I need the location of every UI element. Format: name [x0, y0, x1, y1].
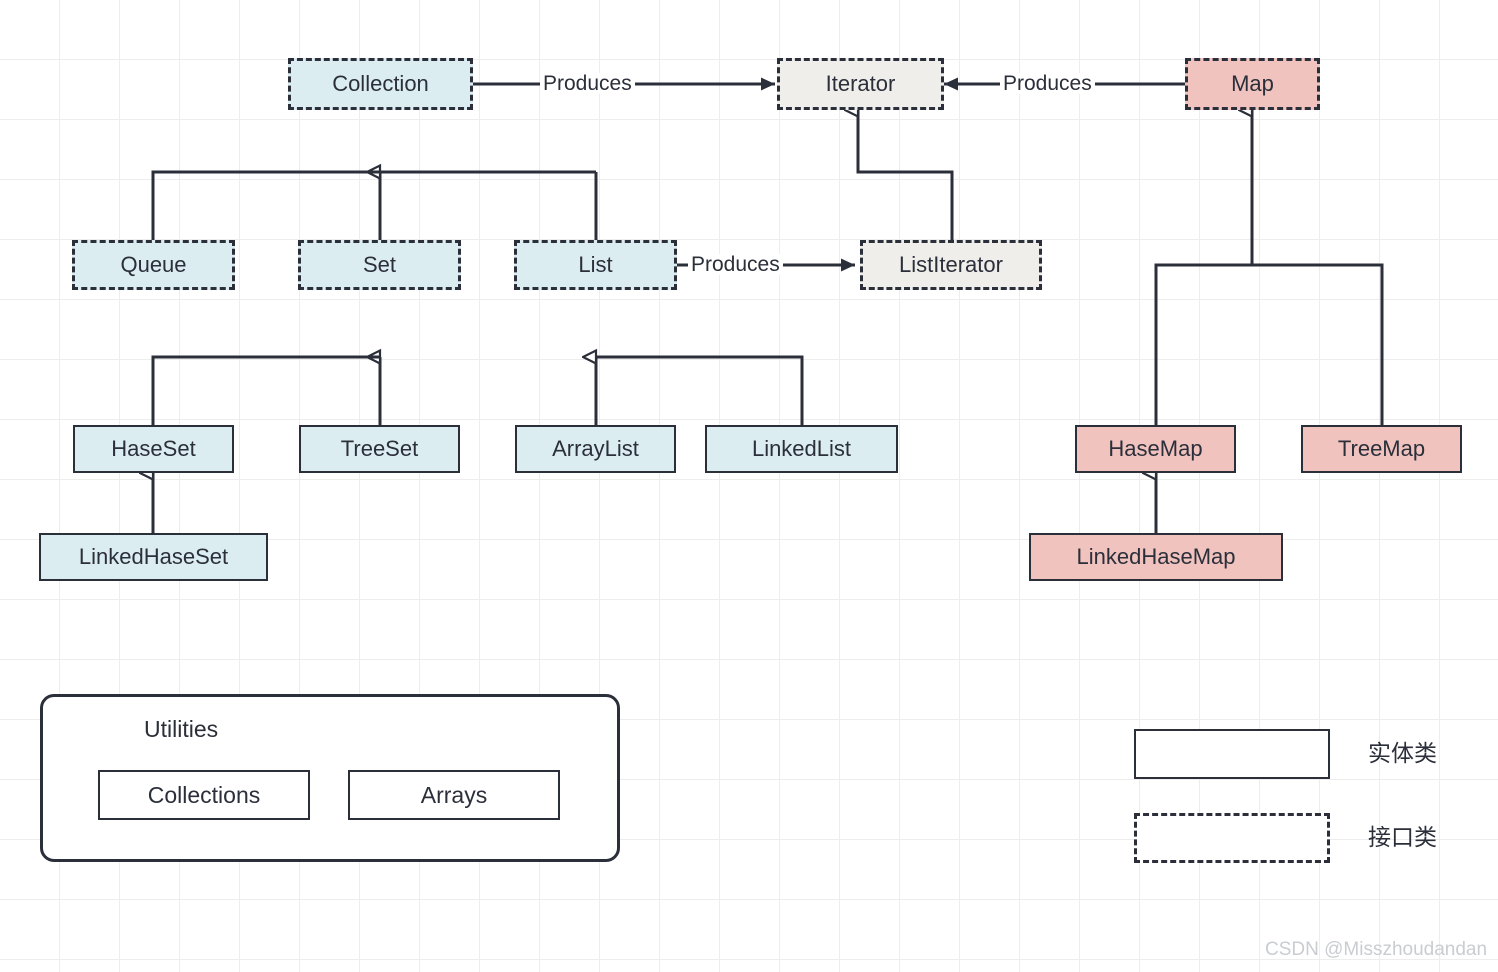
- node-linkedlist[interactable]: LinkedList: [705, 425, 898, 473]
- node-haseset[interactable]: HaseSet: [73, 425, 234, 473]
- node-map[interactable]: Map: [1185, 58, 1320, 110]
- edge-label-list-produces-listiterator: Produces: [688, 254, 783, 275]
- wire-hasemap-treemap-bar: [1154, 263, 1384, 425]
- node-queue-label: Queue: [120, 252, 187, 277]
- node-set-label: Set: [362, 252, 397, 277]
- node-linkedhaseset-label: LinkedHaseSet: [78, 544, 229, 569]
- wire-listiterator-to-iterator: [858, 110, 954, 240]
- node-listiterator[interactable]: ListIterator: [860, 240, 1042, 290]
- node-iterator[interactable]: Iterator: [777, 58, 944, 110]
- node-hasemap[interactable]: HaseMap: [1075, 425, 1236, 473]
- node-collections-utility[interactable]: Collections: [98, 770, 310, 820]
- wire-queue-list-bar: [151, 170, 596, 240]
- node-treemap-label: TreeMap: [1337, 436, 1426, 461]
- legend-swatch-entity: [1134, 729, 1330, 779]
- node-treeset[interactable]: TreeSet: [299, 425, 460, 473]
- wire-linkedlist-bar: [596, 355, 804, 425]
- node-collection[interactable]: Collection: [288, 58, 473, 110]
- node-treeset-label: TreeSet: [340, 436, 419, 461]
- node-arrays-utility[interactable]: Arrays: [348, 770, 560, 820]
- node-haseset-label: HaseSet: [111, 436, 196, 461]
- node-linkedhaseset[interactable]: LinkedHaseSet: [39, 533, 268, 581]
- edge-label-map-produces-iterator: Produces: [1000, 73, 1095, 94]
- utilities-title: Utilities: [144, 716, 219, 742]
- watermark: CSDN @Misszhoudandan: [1265, 939, 1488, 960]
- legend-swatch-interface: [1134, 813, 1330, 863]
- node-list[interactable]: List: [514, 240, 677, 290]
- node-arraylist-label: ArrayList: [552, 436, 639, 461]
- node-linkedhasemap-label: LinkedHaseMap: [1076, 544, 1236, 569]
- node-list-label: List: [578, 252, 613, 277]
- node-arraylist[interactable]: ArrayList: [515, 425, 676, 473]
- node-listiterator-label: ListIterator: [899, 252, 1003, 277]
- diagram-canvas: Iterator --> Iterator --> ListIterator -…: [0, 0, 1498, 972]
- node-linkedlist-label: LinkedList: [751, 436, 852, 461]
- node-linkedhasemap[interactable]: LinkedHaseMap: [1029, 533, 1283, 581]
- node-collections-utility-label: Collections: [147, 781, 261, 808]
- legend-label-interface: 接口类: [1368, 824, 1437, 850]
- node-arrays-utility-label: Arrays: [420, 781, 488, 808]
- node-collection-label: Collection: [332, 71, 429, 96]
- legend-label-entity: 实体类: [1368, 740, 1437, 766]
- node-iterator-label: Iterator: [825, 71, 896, 96]
- wire-haseset-bar: [151, 355, 380, 425]
- node-hasemap-label: HaseMap: [1108, 436, 1203, 461]
- edge-label-collection-produces-iterator: Produces: [540, 73, 635, 94]
- node-queue[interactable]: Queue: [72, 240, 235, 290]
- node-treemap[interactable]: TreeMap: [1301, 425, 1462, 473]
- node-set[interactable]: Set: [298, 240, 461, 290]
- node-map-label: Map: [1231, 71, 1274, 96]
